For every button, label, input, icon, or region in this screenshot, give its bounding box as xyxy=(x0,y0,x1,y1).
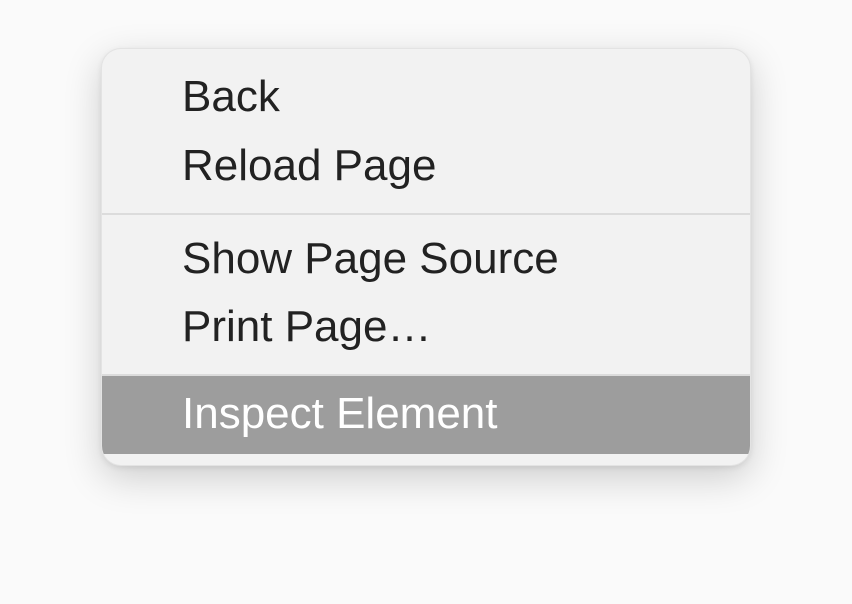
menu-item-print-page[interactable]: Print Page… xyxy=(102,293,750,362)
menu-item-inspect-element[interactable]: Inspect Element xyxy=(102,376,750,455)
menu-bottom-spacer xyxy=(102,454,750,457)
menu-item-reload-page[interactable]: Reload Page xyxy=(102,132,750,201)
menu-item-show-page-source[interactable]: Show Page Source xyxy=(102,225,750,294)
context-menu: Back Reload Page Show Page Source Print … xyxy=(101,48,751,466)
menu-item-back[interactable]: Back xyxy=(102,63,750,132)
menu-separator xyxy=(102,213,750,215)
